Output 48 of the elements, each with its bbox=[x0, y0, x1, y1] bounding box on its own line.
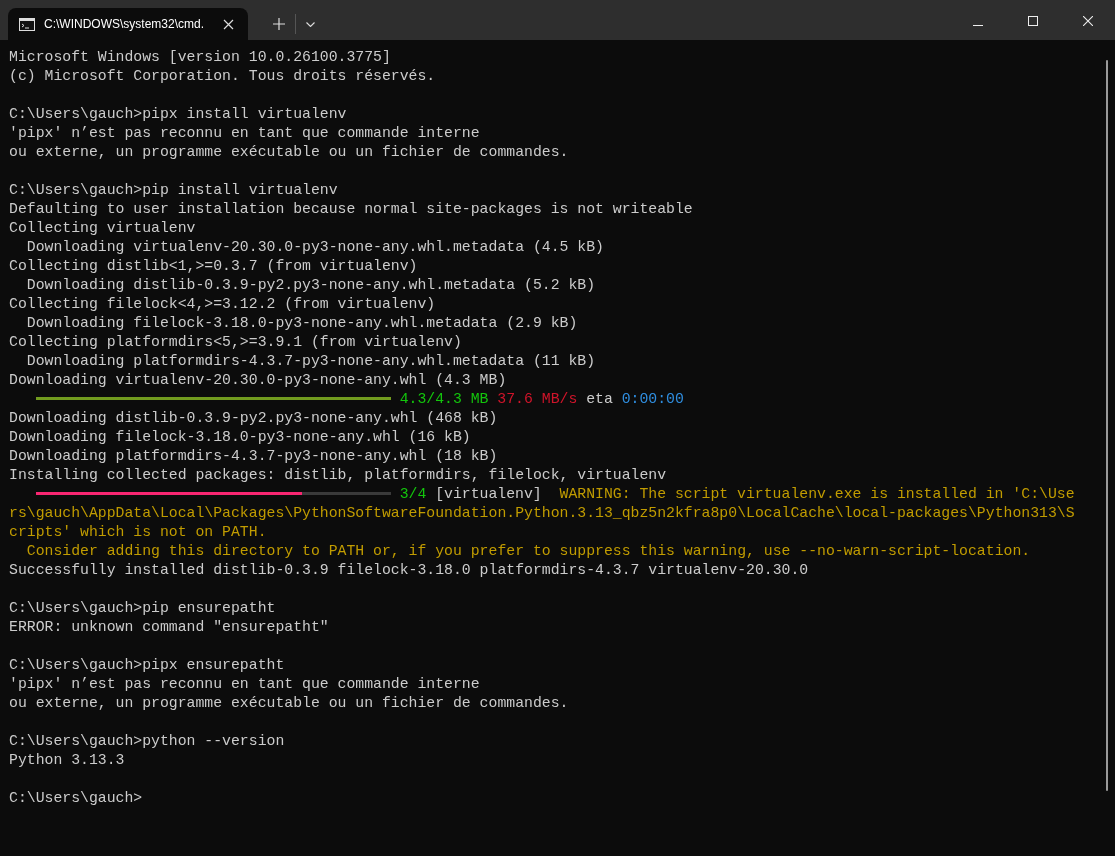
terminal-text: (c) Microsoft Corporation. Tous droits réservés. bbox=[9, 68, 436, 84]
terminal-text: C:\Users\gauch>pip install virtualenv bbox=[9, 182, 338, 198]
terminal-text: Microsoft Windows [version 10.0.26100.3775] bbox=[9, 49, 391, 65]
terminal-text: 'pipx' n’est pas reconnu en tant que commande interne bbox=[9, 125, 480, 141]
terminal-text: Consider adding this directory to PATH or, if you prefer to suppress this warning, use --no-warn-script-location. bbox=[25, 543, 1031, 559]
terminal-text: 4.3/4.3 MB bbox=[399, 391, 489, 407]
terminal-text: eta bbox=[585, 391, 613, 407]
terminal-text: ou externe, un programme exécutable ou un fichier de commandes. bbox=[9, 695, 569, 711]
tab[interactable]: C:\WINDOWS\system32\cmd. bbox=[8, 8, 248, 40]
console-icon bbox=[19, 17, 35, 31]
terminal-text: Collecting platformdirs<5,>=3.9.1 (from virtualenv) bbox=[9, 334, 462, 350]
terminal-text: C:\Users\gauch> bbox=[9, 790, 143, 806]
terminal-text: ERROR: unknown command "ensurepatht" bbox=[9, 619, 329, 635]
chevron-down-icon[interactable] bbox=[306, 22, 315, 27]
terminal-text: Downloading virtualenv-20.30.0-py3-none-any.whl (4.3 MB) bbox=[9, 372, 507, 388]
terminal-text: C:\Users\gauch>pip ensurepatht bbox=[9, 600, 276, 616]
terminal-text: WARNING: The script virtualenv.exe is installed in 'C:\Use bbox=[558, 486, 1075, 502]
terminal-text: ou externe, un programme exécutable ou un fichier de commandes. bbox=[9, 144, 569, 160]
terminal-text: Downloading filelock-3.18.0-py3-none-any.whl.metadata (2.9 kB) bbox=[25, 315, 578, 331]
terminal-text: Installing collected packages: distlib, platformdirs, filelock, virtualenv bbox=[9, 467, 667, 483]
scrollbar-thumb[interactable] bbox=[1106, 60, 1108, 791]
terminal-text: Python 3.13.3 bbox=[9, 752, 125, 768]
terminal-text: C:\Users\gauch>pipx install virtualenv bbox=[9, 106, 347, 122]
terminal-text: [virtualenv] bbox=[434, 486, 542, 502]
terminal-text: Downloading filelock-3.18.0-py3-none-any.whl (16 kB) bbox=[9, 429, 471, 445]
terminal-text: Defaulting to user installation because normal site-packages is not writeable bbox=[9, 201, 693, 217]
terminal-text: 'pipx' n’est pas reconnu en tant que commande interne bbox=[9, 676, 480, 692]
terminal-text: Downloading platformdirs-4.3.7-py3-none-any.whl.metadata (11 kB) bbox=[25, 353, 596, 369]
terminal-text: Collecting distlib<1,>=0.3.7 (from virtualenv) bbox=[9, 258, 418, 274]
maximize-icon[interactable] bbox=[1028, 16, 1038, 26]
terminal-text: 37.6 MB/s bbox=[496, 391, 578, 407]
terminal-text: Collecting virtualenv bbox=[9, 220, 196, 236]
terminal-text: Downloading virtualenv-20.30.0-py3-none-any.whl.metadata (4.5 kB) bbox=[25, 239, 604, 255]
terminal-text: Downloading distlib-0.3.9-py2.py3-none-any.whl.metadata (5.2 kB) bbox=[25, 277, 596, 293]
terminal-text: 0:00:00 bbox=[620, 391, 684, 407]
terminal-text: rs\gauch\AppData\Local\Packages\PythonSoftwareFoundation.Python.3.13_qbz5n2kfra8p0\LocalCache\local-packages\Python313\S bbox=[9, 505, 1075, 521]
terminal-text: Collecting filelock<4,>=3.12.2 (from virtualenv) bbox=[9, 296, 436, 312]
terminal-text: C:\Users\gauch>pipx ensurepatht bbox=[9, 657, 285, 673]
terminal-text: Downloading platformdirs-4.3.7-py3-none-any.whl (18 kB) bbox=[9, 448, 498, 464]
close-icon[interactable] bbox=[223, 18, 234, 30]
terminal-text: 3/4 bbox=[399, 486, 427, 502]
terminal-text: C:\Users\gauch>python --version bbox=[9, 733, 285, 749]
plus-icon[interactable] bbox=[273, 18, 285, 30]
terminal-text: Downloading distlib-0.3.9-py2.py3-none-any.whl (468 kB) bbox=[9, 410, 498, 426]
close-icon[interactable] bbox=[1083, 16, 1093, 26]
terminal-text: cripts' which is not on PATH. bbox=[9, 524, 267, 540]
tab-title: C:\WINDOWS\system32\cmd. bbox=[44, 17, 205, 31]
terminal-text: Successfully installed distlib-0.3.9 filelock-3.18.0 platformdirs-4.3.7 virtualenv-20.30.0 bbox=[9, 562, 809, 578]
